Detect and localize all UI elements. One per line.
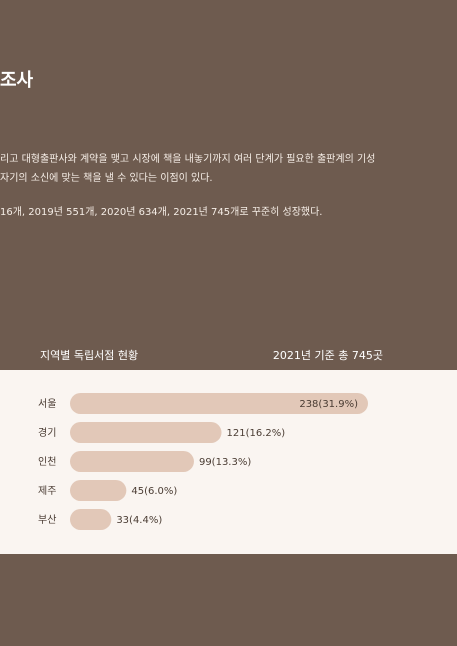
- bar-chart: 서울 238(31.9%) 경기 121(16.2%) 인천 99(13.3%) 제주 45(…: [38, 393, 368, 530]
- category-label: 서울: [38, 398, 56, 410]
- body-paragraph-line-2: 자기의 소신에 맞는 책을 낼 수 있다는 이점이 있다.: [0, 173, 213, 184]
- body-paragraph-line-1: 리고 대형출판사와 계약을 맺고 시장에 책을 내놓기까지 여러 단계가 필요한…: [0, 154, 376, 165]
- bottom-band: [0, 554, 457, 646]
- chart-panel: 서울 238(31.9%) 경기 121(16.2%) 인천 99(13.3%) 제주 45(…: [0, 370, 457, 554]
- chart-total-note: 2021년 기준 총 745곳: [272, 349, 383, 362]
- category-label: 인천: [38, 456, 56, 468]
- value-label: 99(13.3%): [199, 457, 251, 468]
- bar-3: [70, 451, 194, 472]
- bar-4: [70, 480, 127, 501]
- bar-2: [70, 422, 222, 443]
- value-label: 238(31.9%): [299, 399, 358, 410]
- body-paragraph-line-3: 16개, 2019년 551개, 2020년 634개, 2021년 745개로…: [0, 207, 323, 218]
- value-label: 121(16.2%): [227, 428, 286, 439]
- chart-title: 지역별 독립서점 현황: [40, 349, 139, 362]
- category-label: 경기: [38, 426, 56, 439]
- category-label: 부산: [38, 514, 56, 526]
- category-label: 제주: [38, 485, 56, 497]
- value-label: 33(4.4%): [116, 515, 162, 526]
- section-heading: 조사: [0, 70, 34, 91]
- value-label: 45(6.0%): [131, 486, 177, 497]
- bar-5: [70, 509, 112, 530]
